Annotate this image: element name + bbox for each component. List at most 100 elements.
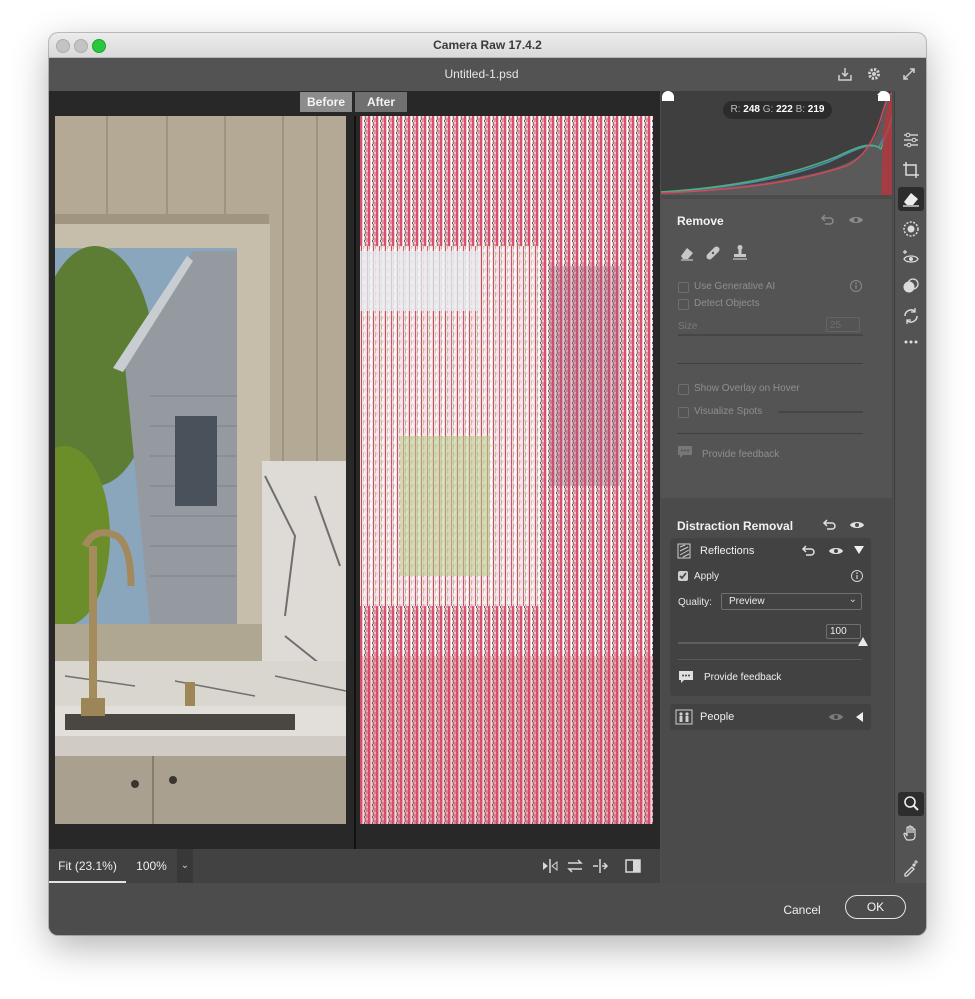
tool-strip: [894, 91, 926, 906]
separator: [677, 433, 863, 434]
color-sampler-icon[interactable]: [902, 859, 920, 877]
masking-icon[interactable]: [902, 220, 920, 238]
view-bottom-bar: Fit (23.1%) 100% ⌄: [49, 849, 660, 883]
chevron-down-icon: ⌄: [848, 594, 857, 605]
collapse-triangle-icon[interactable]: [853, 544, 869, 560]
separator: [677, 363, 863, 364]
more-icon[interactable]: [902, 333, 920, 351]
g-value: 222: [776, 104, 793, 115]
crop-icon[interactable]: [902, 161, 920, 179]
presets-icon[interactable]: [902, 277, 920, 295]
reset-icon[interactable]: [819, 212, 835, 228]
r-label: R:: [730, 104, 741, 115]
remove-title: Remove: [677, 214, 724, 228]
document-title: Untitled-1.psd: [444, 67, 519, 81]
copy-settings-icon[interactable]: [591, 858, 609, 874]
image-preview-area[interactable]: Before After: [49, 91, 660, 883]
people-icon: [674, 708, 694, 726]
visualize-spots-checkbox[interactable]: [678, 407, 689, 418]
zoom-dropdown-chevron[interactable]: ⌄: [177, 849, 193, 883]
people-label: People: [700, 711, 735, 723]
show-overlay-checkbox[interactable]: [678, 384, 689, 395]
heal-tool-bandage-icon[interactable]: [705, 245, 721, 261]
reset-icon[interactable]: [821, 517, 837, 533]
size-input[interactable]: 25: [826, 317, 860, 332]
amount-slider-thumb[interactable]: [858, 637, 868, 646]
reflections-label: Reflections: [700, 545, 755, 557]
b-value: 219: [807, 104, 825, 115]
size-label: Size: [678, 321, 698, 332]
reflections-icon: [674, 541, 694, 561]
r-value: 248: [743, 104, 760, 115]
split-divider[interactable]: [354, 116, 356, 883]
after-image[interactable]: [360, 116, 653, 824]
reset-icon[interactable]: [800, 543, 816, 559]
toggle-before-after-icon[interactable]: [624, 858, 642, 874]
visualize-spots-label: Visualize Spots: [694, 406, 763, 417]
apply-label: Apply: [694, 571, 720, 582]
amount-slider-track[interactable]: [678, 642, 862, 644]
use-generative-ai-label: Use Generative AI: [694, 281, 776, 292]
zoom-icon[interactable]: [898, 792, 924, 816]
use-generative-ai-checkbox[interactable]: [678, 282, 689, 293]
distraction-title: Distraction Removal: [677, 519, 794, 533]
highlight-clipping-indicator[interactable]: [878, 91, 890, 101]
apply-checkbox[interactable]: [678, 571, 688, 581]
shadow-clipping-indicator[interactable]: [662, 91, 674, 101]
swap-settings-icon[interactable]: [566, 858, 584, 874]
remove-tool-eraser-icon[interactable]: [679, 245, 695, 261]
info-icon[interactable]: [849, 279, 865, 295]
histogram[interactable]: R: 248 G: 222 B: 219: [661, 91, 892, 195]
remove-section: Remove Use Generative AI Detect Objects …: [661, 199, 892, 498]
detect-objects-label: Detect Objects: [694, 298, 760, 309]
edit-panel: R: 248 G: 222 B: 219 Remove Use Generati…: [661, 91, 893, 883]
cycle-views-icon[interactable]: [541, 858, 559, 874]
g-label: G:: [762, 104, 774, 115]
reflections-feedback-link[interactable]: Provide feedback: [704, 672, 781, 683]
quality-label: Quality:: [678, 597, 712, 608]
size-slider[interactable]: [678, 334, 863, 336]
ok-button[interactable]: OK: [845, 895, 906, 919]
after-label: After: [355, 92, 407, 112]
title-bar: Camera Raw 17.4.2: [49, 33, 926, 58]
visibility-eye-icon[interactable]: [828, 543, 844, 559]
gear-icon[interactable]: [866, 66, 882, 82]
sync-icon[interactable]: [902, 307, 920, 325]
amount-input[interactable]: 100: [826, 624, 861, 639]
document-header: Untitled-1.psd: [49, 58, 926, 91]
camera-raw-window: Camera Raw 17.4.2 Untitled-1.psd Before …: [49, 33, 926, 935]
rgb-readout: R: 248 G: 222 B: 219: [723, 101, 832, 119]
before-image[interactable]: [55, 116, 346, 824]
visualize-spots-slider[interactable]: [778, 411, 863, 413]
distraction-removal-section: Distraction Removal Reflections Apply Qu…: [661, 500, 892, 883]
before-label: Before: [300, 92, 352, 112]
dialog-footer: Cancel OK: [49, 883, 926, 935]
separator: [678, 659, 862, 660]
zoom-100-button[interactable]: 100%: [126, 849, 177, 883]
info-icon[interactable]: [850, 569, 866, 585]
fullscreen-icon[interactable]: [901, 66, 917, 82]
visibility-eye-icon[interactable]: [828, 709, 844, 725]
redeye-icon[interactable]: [902, 248, 920, 266]
eraser-icon[interactable]: [898, 187, 924, 211]
reflections-card: Reflections Apply Quality: Preview ⌄ 100…: [670, 538, 871, 696]
people-card: People: [670, 704, 871, 730]
b-label: B:: [795, 104, 806, 115]
visibility-eye-icon[interactable]: [849, 517, 865, 533]
clone-tool-stamp-icon[interactable]: [732, 244, 748, 260]
edit-sliders-icon[interactable]: [902, 131, 920, 149]
cancel-button[interactable]: Cancel: [775, 900, 829, 920]
detect-objects-checkbox[interactable]: [678, 299, 689, 310]
hand-icon[interactable]: [902, 824, 920, 842]
quality-select-value: Preview: [729, 596, 765, 607]
quality-select[interactable]: Preview ⌄: [721, 593, 862, 610]
app-title: Camera Raw 17.4.2: [433, 38, 542, 52]
visibility-eye-icon[interactable]: [848, 212, 864, 228]
feedback-icon: [677, 444, 693, 460]
remove-feedback-link[interactable]: Provide feedback: [702, 449, 779, 460]
save-icon[interactable]: [837, 66, 853, 82]
expand-triangle-icon[interactable]: [854, 711, 870, 727]
zoom-fit-button[interactable]: Fit (23.1%): [49, 849, 126, 883]
show-overlay-label: Show Overlay on Hover: [694, 383, 800, 394]
feedback-icon: [678, 669, 694, 685]
